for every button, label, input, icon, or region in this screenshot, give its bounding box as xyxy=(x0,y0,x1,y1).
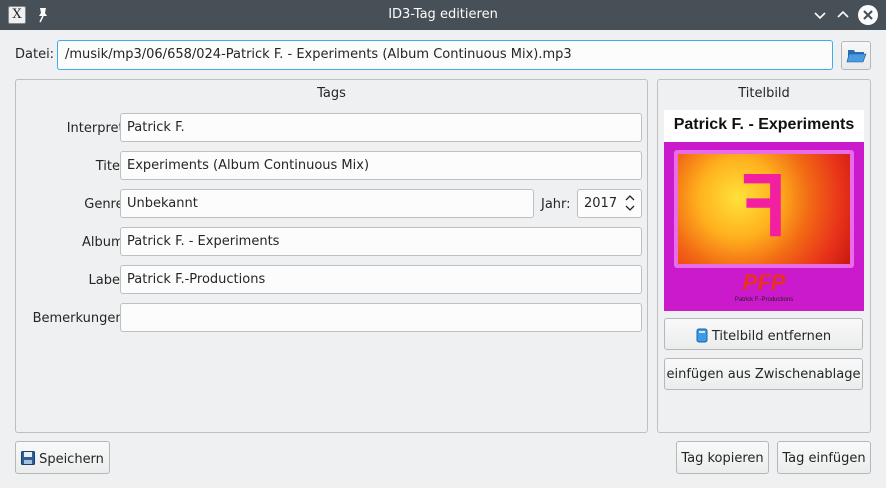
comment-field[interactable] xyxy=(120,303,642,332)
close-icon xyxy=(863,10,873,20)
close-button[interactable] xyxy=(858,5,878,25)
copy-tag-button[interactable]: Tag kopieren xyxy=(676,441,769,474)
tags-group: Tags Interpret: Patrick F. Titel: Experi… xyxy=(15,79,648,433)
save-label: Speichern xyxy=(39,452,104,467)
title-field[interactable]: Experiments (Album Continuous Mix) xyxy=(120,151,642,180)
cover-image: Patrick F. - Experiments ꟻ PFP Patrick F… xyxy=(664,110,864,311)
browse-button[interactable] xyxy=(841,41,871,70)
comment-label: Bemerkungen: xyxy=(32,311,128,326)
file-path-input[interactable]: /musik/mp3/06/658/024-Patrick F. - Exper… xyxy=(57,40,833,70)
year-label: Jahr: xyxy=(541,197,571,212)
bin-icon xyxy=(696,328,708,343)
cover-heading: Patrick F. - Experiments xyxy=(673,116,855,133)
paste-cover-button[interactable]: einfügen aus Zwischenablage xyxy=(664,358,863,390)
maximize-icon[interactable] xyxy=(834,6,852,24)
cover-caption: Patrick F.-Productions xyxy=(734,297,794,303)
spin-arrows-icon[interactable] xyxy=(623,192,637,214)
tags-group-title: Tags xyxy=(317,86,346,101)
cover-group-title: Titelbild xyxy=(738,86,790,101)
paste-tag-button[interactable]: Tag einfügen xyxy=(777,441,871,474)
genre-label: Genre: xyxy=(84,197,128,212)
window-title: ID3-Tag editieren xyxy=(388,7,498,22)
remove-cover-button[interactable]: Titelbild entfernen xyxy=(664,318,863,350)
remove-cover-label: Titelbild entfernen xyxy=(711,329,832,344)
album-field[interactable]: Patrick F. - Experiments xyxy=(120,227,642,256)
label-field[interactable]: Patrick F.-Productions xyxy=(120,265,642,294)
save-button[interactable]: Speichern xyxy=(15,441,110,474)
artist-label: Interpret: xyxy=(66,121,128,136)
folder-open-icon xyxy=(846,50,867,63)
file-label: Datei: xyxy=(15,47,55,62)
cover-logo: PFP xyxy=(742,270,786,295)
cover-letter: ꟻ xyxy=(740,162,788,253)
label-label: Label: xyxy=(88,273,128,288)
year-value: 2017 xyxy=(584,196,618,211)
genre-field[interactable]: Unbekannt xyxy=(120,189,534,218)
title-label: Titel: xyxy=(95,159,128,174)
floppy-disk-icon xyxy=(21,451,36,465)
artist-field[interactable]: Patrick F. xyxy=(120,113,642,142)
cover-artwork: ꟻ xyxy=(674,150,854,268)
minimize-icon[interactable] xyxy=(811,6,829,24)
album-label: Album: xyxy=(81,235,128,250)
window-titlebar: X ID3-Tag editieren xyxy=(0,0,886,30)
